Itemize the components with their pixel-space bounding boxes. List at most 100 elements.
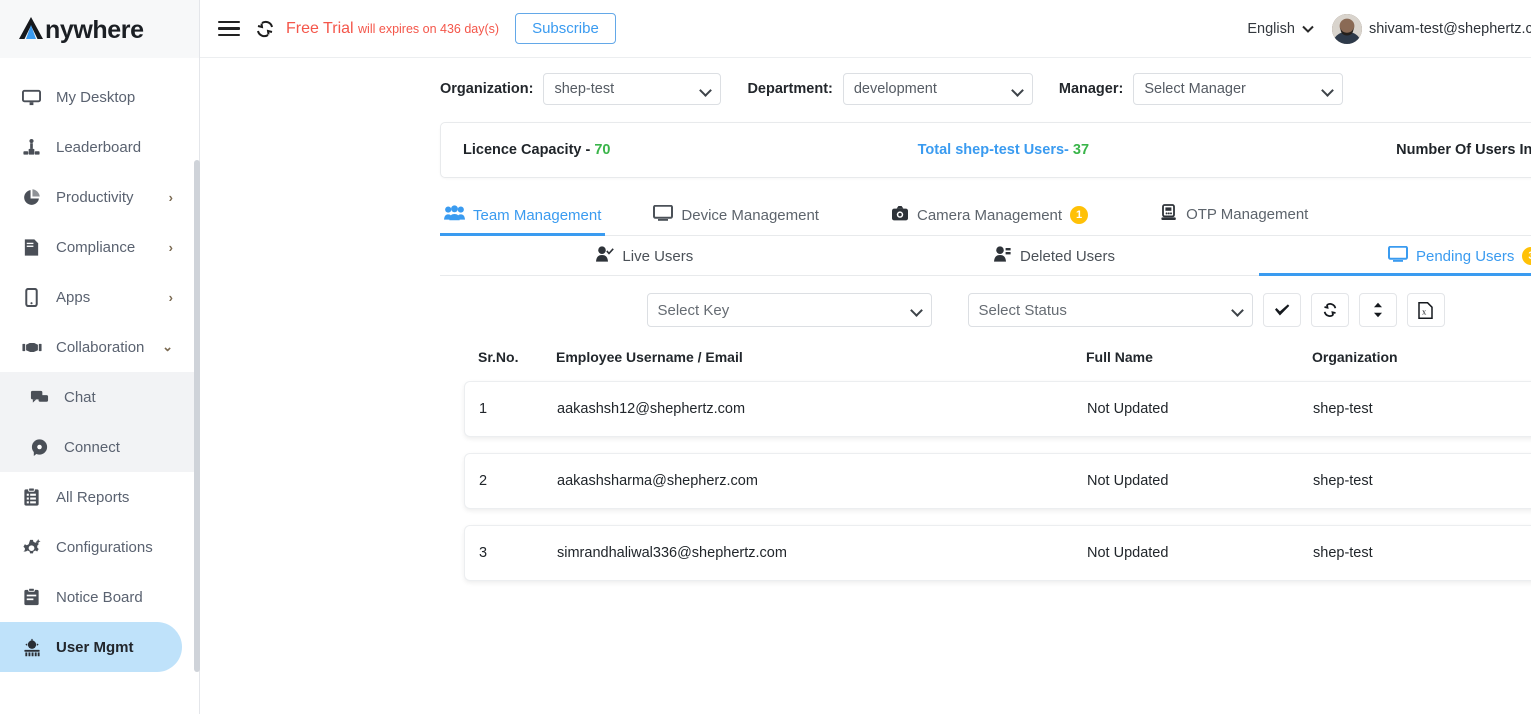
avatar[interactable] <box>1331 13 1362 44</box>
manager-select[interactable]: Select Manager <box>1133 73 1344 105</box>
sidebar-item-label: Compliance <box>56 238 136 256</box>
sidebar-item-label: Collaboration <box>56 338 145 356</box>
filter-bar: Organization: shep-test Department: deve… <box>200 58 1531 114</box>
stats-card: Licence Capacity - 70 Total shep-test Us… <box>440 122 1531 178</box>
sidebar-item-my-desktop[interactable]: My Desktop <box>0 72 199 122</box>
management-tabs: Team Management Device Management Camera… <box>440 196 1531 236</box>
sort-button[interactable] <box>1358 293 1397 327</box>
logo[interactable]: nywhere <box>0 0 199 58</box>
col-header-organization: Organization <box>1312 349 1398 365</box>
subtab-pending-users[interactable]: Pending Users 3 <box>1259 245 1531 276</box>
sidebar-item-all-reports[interactable]: All Reports <box>0 472 199 522</box>
sidebar-item-apps[interactable]: Apps › <box>0 272 199 322</box>
select-key-dropdown[interactable]: Select Key <box>646 293 932 327</box>
sidebar-item-notice-board[interactable]: Notice Board <box>0 572 199 622</box>
sidebar-item-chat[interactable]: Chat <box>0 372 199 422</box>
chevron-right-icon: › <box>168 239 173 255</box>
sidebar-item-label: Configurations <box>56 538 153 556</box>
connect-icon <box>30 438 56 457</box>
sidebar-item-label: My Desktop <box>56 88 136 106</box>
subtab-label: Live Users <box>622 247 694 265</box>
cell-organization: shep-test <box>1313 401 1373 417</box>
excel-file-icon: x <box>1418 301 1433 319</box>
reports-icon <box>22 487 48 507</box>
apply-check-button[interactable] <box>1262 293 1301 327</box>
tab-team-management[interactable]: Team Management <box>440 205 621 236</box>
search-filter-row: Select Key Select Status x <box>200 276 1531 327</box>
sidebar-item-label: Notice Board <box>56 588 143 606</box>
chevron-down-icon: ⌄ <box>162 339 173 354</box>
cell-email: simrandhaliwal336@shephertz.com <box>557 545 787 561</box>
otp-icon <box>1160 204 1178 225</box>
table-row[interactable]: 2 aakashsharma@shepherz.com Not Updated … <box>464 453 1531 509</box>
user-minus-icon <box>993 246 1012 266</box>
organization-label: Organization: <box>440 81 534 97</box>
compliance-icon <box>22 238 48 257</box>
trial-status: Free Trial will expires on 436 day(s) <box>286 20 499 38</box>
cell-organization: shep-test <box>1313 473 1373 489</box>
sidebar-item-label: User Mgmt <box>56 638 134 656</box>
sidebar-item-leaderboard[interactable]: Leaderboard <box>0 122 199 172</box>
sidebar-item-productivity[interactable]: Productivity › <box>0 172 199 222</box>
select-key-wrap: Select Key <box>646 293 932 327</box>
licence-capacity-stat: Licence Capacity - 70 <box>463 142 611 158</box>
top-bar-right: English shivam-test@shephertz.com Super … <box>1247 13 1531 44</box>
table-row[interactable]: 3 simrandhaliwal336@shephertz.com Not Up… <box>464 525 1531 581</box>
cell-email: aakashsh12@shephertz.com <box>557 401 746 417</box>
sidebar-item-compliance[interactable]: Compliance › <box>0 222 199 272</box>
select-status-dropdown[interactable]: Select Status <box>967 293 1253 327</box>
pending-users-table: Sr.No. Employee Username / Email Full Na… <box>464 349 1531 581</box>
cell-full-name: Not Updated <box>1087 545 1169 561</box>
language-selector[interactable]: English <box>1247 21 1314 37</box>
anywhere-logo-icon <box>18 14 44 39</box>
chevron-right-icon: › <box>168 189 173 205</box>
department-filter: Department: development <box>747 73 1033 105</box>
total-users-label: Total shep-test Users- <box>917 142 1073 158</box>
chevron-right-icon: › <box>168 289 173 305</box>
department-label: Department: <box>747 81 833 97</box>
subscribe-button[interactable]: Subscribe <box>515 13 616 44</box>
language-label: English <box>1247 20 1295 37</box>
hamburger-menu-icon[interactable] <box>218 17 240 41</box>
refresh-button[interactable] <box>1310 293 1349 327</box>
col-header-full-name: Full Name <box>1086 349 1153 365</box>
refresh-icon[interactable] <box>254 19 276 39</box>
logo-text: nywhere <box>18 14 144 45</box>
logo-label: nywhere <box>45 15 144 44</box>
export-excel-button[interactable]: x <box>1406 293 1445 327</box>
notice-board-icon <box>22 587 48 607</box>
manager-select-wrap: Select Manager <box>1133 73 1344 105</box>
tab-otp-management[interactable]: OTP Management <box>1156 204 1328 235</box>
cell-email: aakashsharma@shepherz.com <box>557 473 758 489</box>
total-users-stat: Total shep-test Users- 37 <box>918 142 1089 158</box>
trial-sub-label: will expires on 436 day(s) <box>358 21 500 36</box>
col-header-sr-no: Sr.No. <box>478 349 519 365</box>
svg-text:x: x <box>1422 306 1427 316</box>
table-row[interactable]: 1 aakashsh12@shephertz.com Not Updated s… <box>464 381 1531 437</box>
avatar-image <box>1331 13 1362 44</box>
chat-icon <box>30 388 56 407</box>
sidebar-item-collaboration[interactable]: Collaboration ⌄ <box>0 322 199 372</box>
tab-camera-management[interactable]: Camera Management 1 <box>887 205 1108 235</box>
department-select[interactable]: development <box>842 73 1033 105</box>
tab-device-management[interactable]: Device Management <box>649 204 839 235</box>
camera-management-badge: 1 <box>1070 206 1089 224</box>
sidebar-item-configurations[interactable]: Configurations <box>0 522 199 572</box>
department-users-stat: Number Of Users In Department - 21 <box>1396 142 1531 158</box>
licence-capacity-label: Licence Capacity - <box>463 142 595 158</box>
cell-sr-no: 1 <box>479 401 488 417</box>
desktop-icon <box>22 88 48 107</box>
subtab-live-users[interactable]: Live Users <box>440 246 850 275</box>
sidebar-item-connect[interactable]: Connect <box>0 422 199 472</box>
sidebar-item-user-mgmt[interactable]: User Mgmt <box>0 622 182 672</box>
handshake-icon <box>22 338 48 357</box>
subtab-deleted-users[interactable]: Deleted Users <box>850 246 1260 275</box>
sidebar: nywhere My Desktop Leaderboard Productiv… <box>0 0 200 714</box>
user-mgmt-icon <box>22 638 48 657</box>
sidebar-item-label: Productivity <box>56 188 134 206</box>
subtab-label: Pending Users <box>1415 247 1515 265</box>
refresh-icon <box>1323 303 1336 317</box>
monitor-icon <box>653 204 674 225</box>
organization-select[interactable]: shep-test <box>543 73 722 105</box>
sidebar-item-label: Chat <box>64 388 96 406</box>
